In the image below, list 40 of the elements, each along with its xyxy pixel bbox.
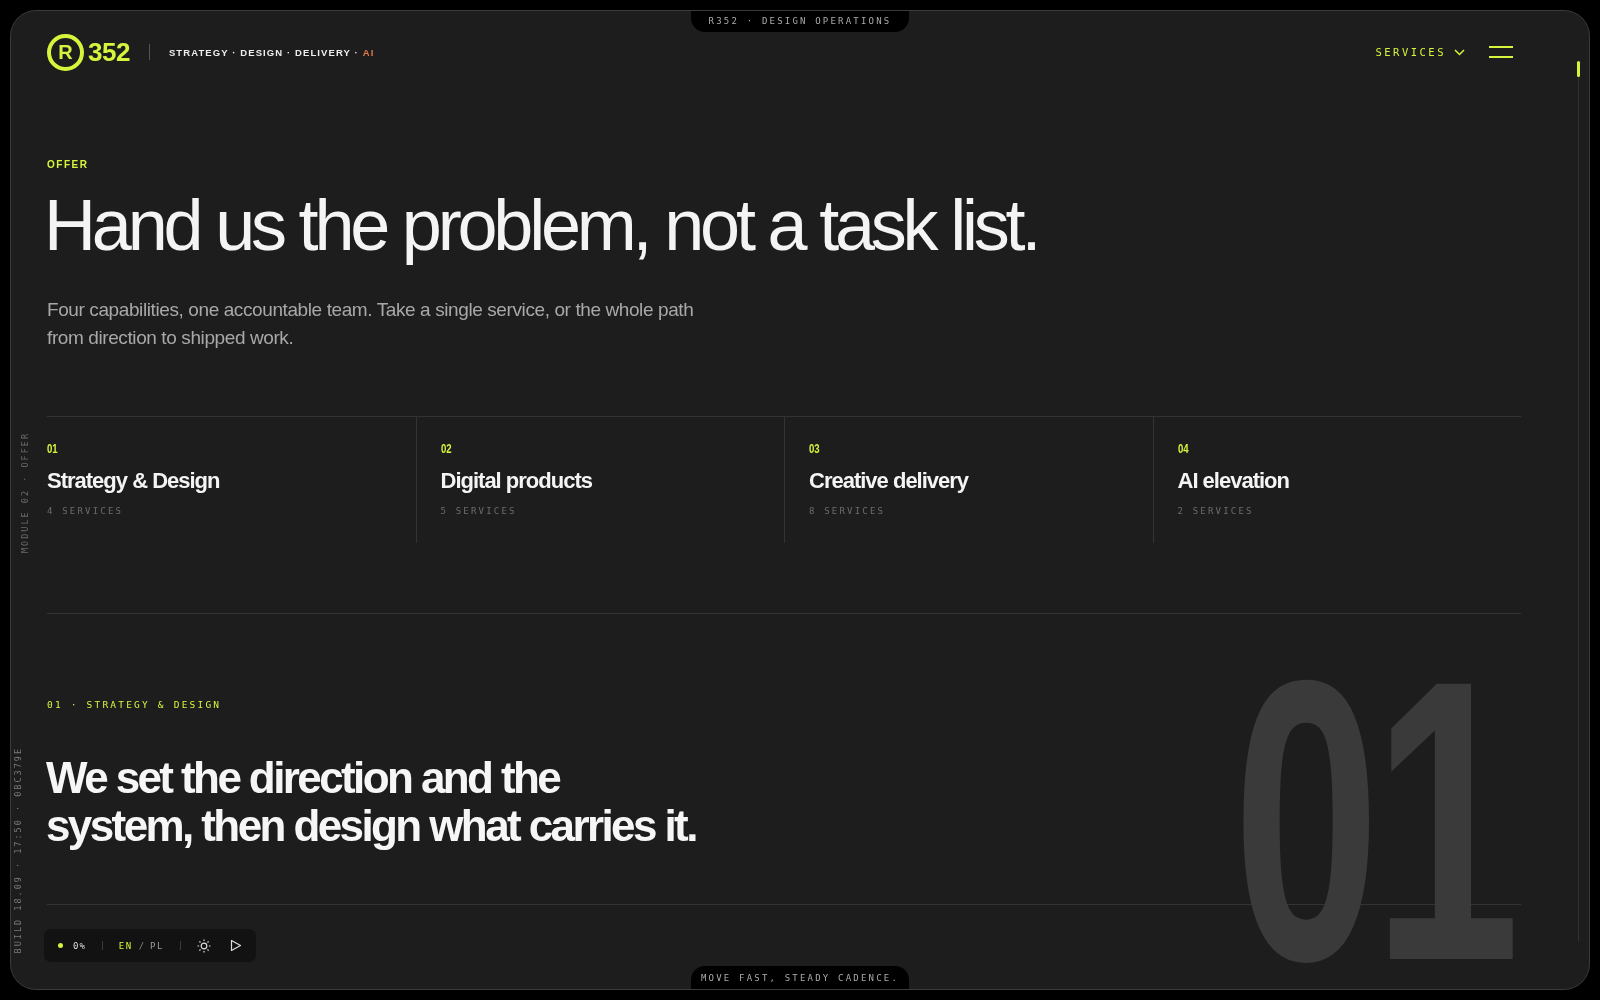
section-eyebrow: OFFER (47, 159, 89, 170)
language-option[interactable]: EN (118, 940, 133, 951)
language-option[interactable]: PL (150, 940, 164, 951)
card-number: 02 (440, 442, 452, 456)
chevron-down-icon (1454, 48, 1465, 56)
page-heading: Hand us the problem, not a task list. (44, 184, 1038, 267)
card-title: Strategy & Design (47, 468, 220, 494)
service-count: 8 SERVICES (809, 506, 886, 516)
capability-card[interactable]: 02 Digital products 5 SERVICES (415, 417, 784, 543)
capability-card[interactable]: 04 AI elevation 2 SERVICES (1152, 417, 1521, 543)
tagline-accent: AI (362, 46, 375, 58)
theme-toggle-icon[interactable] (196, 938, 211, 953)
language-separator: / (138, 940, 145, 951)
card-title: Digital products (440, 468, 592, 494)
service-count: 4 SERVICES (47, 506, 124, 516)
capability-card[interactable]: 03 Creative delivery 8 SERVICES (784, 417, 1153, 543)
top-label: R352 · DESIGN OPERATIONS (691, 11, 909, 32)
card-number: 01 (47, 442, 58, 456)
side-label: MODULE 02 · OFFER (20, 432, 30, 553)
section-eyebrow: 01 · STRATEGY & DESIGN (47, 699, 222, 710)
tagline: STRATEGY · DESIGN · DELIVERY · (168, 46, 359, 58)
card-title: AI elevation (1177, 468, 1289, 494)
play-icon[interactable] (229, 939, 242, 952)
status-dot (58, 943, 63, 948)
logo-mark: R (47, 33, 84, 71)
logo-text: 352 (88, 36, 130, 68)
card-title: Creative delivery (809, 468, 969, 494)
card-number: 04 (1177, 442, 1189, 456)
lead-paragraph: Four capabilities, one accountable team. Take a single service, or the whole path from direction to shipped work. (47, 298, 695, 350)
card-number: 03 (809, 442, 820, 456)
menu-icon[interactable] (1489, 46, 1513, 58)
service-count: 2 SERVICES (1177, 506, 1254, 516)
service-count: 5 SERVICES (440, 506, 517, 516)
progress-text: 0% (73, 940, 86, 951)
side-label: BUILD 18.09 · 17:50 · 0BC379E (13, 747, 23, 954)
scrollbar-thumb[interactable] (1577, 61, 1580, 77)
section-heading: We set the direction and the system, then design what carries it. (46, 754, 696, 850)
services-menu[interactable]: SERVICES (1375, 46, 1465, 58)
bottom-label: MOVE FAST, STEADY CADENCE. (691, 966, 909, 989)
capability-card[interactable]: 01 Strategy & Design 4 SERVICES (47, 417, 416, 543)
